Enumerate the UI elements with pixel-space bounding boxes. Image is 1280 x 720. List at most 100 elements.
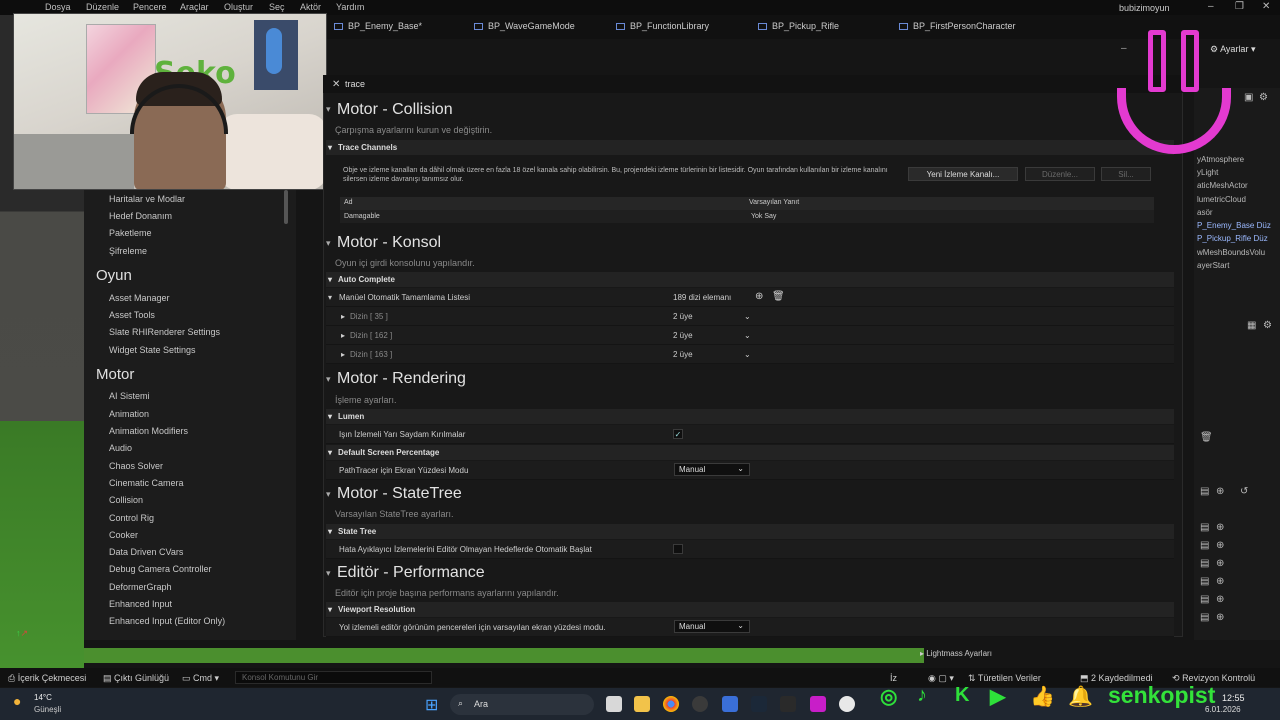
tab-bp-firstpersoncharacter[interactable]: BP_FirstPersonCharacter	[899, 21, 1016, 31]
nav-item[interactable]: Control Rig	[109, 513, 154, 523]
tab-bp-wavegamemode[interactable]: BP_WaveGameMode	[474, 21, 575, 31]
add-circle-icon[interactable]: ⊕	[1216, 594, 1224, 605]
nav-item[interactable]: AI Sistemi	[109, 391, 150, 401]
nav-item[interactable]: DeformerGraph	[109, 582, 172, 592]
nav-item[interactable]: Enhanced Input (Editor Only)	[109, 616, 225, 626]
outliner-item[interactable]: asör	[1197, 208, 1213, 217]
nav-item[interactable]: Collision	[109, 495, 143, 505]
edit-trace-channel-button[interactable]: Düzenle...	[1025, 167, 1095, 181]
lightmass-settings-group[interactable]: ▸ Lightmass Ayarları	[920, 649, 992, 658]
outliner-item[interactable]: wMeshBoundsVolu	[1197, 248, 1265, 257]
menu-build[interactable]: Oluştur	[224, 2, 253, 12]
console-input[interactable]: Konsol Komutunu Gir	[235, 671, 432, 684]
menu-file[interactable]: Dosya	[45, 2, 71, 12]
trash-icon[interactable]: 🗑	[1200, 432, 1213, 443]
close-icon[interactable]: ✕	[1262, 1, 1270, 12]
manual-autocomplete-list-row[interactable]: ▾ Manüel Otomatik Tamamlama Listesi 189 …	[326, 288, 1174, 307]
group-viewport-resolution[interactable]: ▾ Viewport Resolution	[326, 602, 1174, 617]
group-trace-channels[interactable]: ▾ Trace Channels	[326, 140, 1174, 155]
nav-scrollbar[interactable]	[284, 190, 288, 224]
chevron-down-icon[interactable]: ⌄	[744, 350, 751, 359]
collapse-arrow-icon[interactable]: ▾	[326, 238, 331, 249]
nav-item[interactable]: Asset Manager	[109, 293, 170, 303]
steam-icon[interactable]	[751, 696, 767, 712]
array-entry-row[interactable]: ▸ Dizin [ 162 ] 2 üye ⌄	[326, 326, 1174, 345]
group-default-screen-percentage[interactable]: ▾ Default Screen Percentage	[326, 445, 1174, 460]
outliner-item[interactable]: P_Enemy_Base Düz	[1197, 221, 1271, 230]
delete-trace-channel-button[interactable]: Sil...	[1101, 167, 1151, 181]
panel-minimize-icon[interactable]: –	[1121, 43, 1127, 54]
outliner-item[interactable]: P_Pickup_Rifle Düz	[1197, 234, 1268, 243]
output-log-button[interactable]: ▤ Çıktı Günlüğü	[103, 673, 169, 684]
tab-bp-pickup-rifle[interactable]: BP_Pickup_Rifle	[758, 21, 839, 31]
nav-item[interactable]: Asset Tools	[109, 310, 155, 320]
outliner-item[interactable]: aticMeshActor	[1197, 181, 1248, 190]
array-entry-row[interactable]: ▸ Dizin [ 35 ] 2 üye ⌄	[326, 307, 1174, 326]
task-view-icon[interactable]	[606, 696, 622, 712]
restore-icon[interactable]: ❐	[1235, 1, 1244, 12]
clock-time[interactable]: 12:55	[1222, 693, 1245, 703]
nav-item[interactable]: Cooker	[109, 530, 138, 540]
search-input[interactable]: trace	[345, 79, 365, 89]
nav-item[interactable]: Debug Camera Controller	[109, 564, 212, 574]
add-circle-icon[interactable]: ⊕	[1216, 576, 1224, 587]
add-element-icon[interactable]: ⊕	[755, 291, 763, 302]
collapse-arrow-icon[interactable]: ▾	[326, 489, 331, 500]
menu-edit[interactable]: Düzenle	[86, 2, 119, 12]
reset-arrow-icon[interactable]: ↺	[1240, 486, 1248, 497]
browse-icon[interactable]: ▤	[1200, 486, 1209, 497]
app-icon[interactable]	[692, 696, 708, 712]
add-circle-icon[interactable]: ⊕	[1216, 558, 1224, 569]
nav-item[interactable]: Şifreleme	[109, 246, 147, 256]
file-explorer-icon[interactable]	[634, 696, 650, 712]
gear-icon[interactable]: ⚙	[1263, 320, 1272, 331]
nav-item[interactable]: Chaos Solver	[109, 461, 163, 471]
nav-item[interactable]: Haritalar ve Modlar	[109, 194, 185, 204]
nav-item[interactable]: Data Driven CVars	[109, 547, 183, 557]
browse-icon[interactable]: ▤	[1200, 594, 1209, 605]
new-trace-channel-button[interactable]: Yeni İzleme Kanalı...	[908, 167, 1018, 181]
trace-table-row[interactable]: Damagable Yok Say	[340, 210, 1154, 223]
weather-temp[interactable]: 14°C	[34, 693, 52, 702]
menu-help[interactable]: Yardım	[336, 2, 364, 12]
add-circle-icon[interactable]: ⊕	[1216, 540, 1224, 551]
minimize-icon[interactable]: –	[1208, 1, 1214, 12]
pathtracer-mode-dropdown[interactable]: Manual ⌄	[674, 463, 750, 476]
collapse-arrow-icon[interactable]: ▾	[326, 374, 331, 385]
tab-bp-enemy-base[interactable]: BP_Enemy_Base*	[334, 21, 422, 31]
add-circle-icon[interactable]: ⊕	[1216, 612, 1224, 623]
viewport-mode-dropdown[interactable]: Manual ⌄	[674, 620, 750, 633]
nav-item[interactable]: Hedef Donanım	[109, 211, 172, 221]
lumen-refraction-checkbox[interactable]: ✓	[673, 429, 683, 439]
chevron-down-icon[interactable]: ⌄	[744, 312, 751, 321]
collapse-arrow-icon[interactable]: ▾	[326, 104, 331, 115]
unreal-engine-icon[interactable]	[839, 696, 855, 712]
nav-item[interactable]: Cinematic Camera	[109, 478, 184, 488]
nav-item[interactable]: Paketleme	[109, 228, 152, 238]
store-icon[interactable]	[722, 696, 738, 712]
folder-icon[interactable]: ▣	[1244, 92, 1253, 103]
derived-data-button[interactable]: ⇅ Türetilen Veriler	[968, 673, 1041, 684]
menu-window[interactable]: Pencere	[133, 2, 167, 12]
chrome-icon[interactable]	[663, 696, 679, 712]
add-circle-icon[interactable]: ⊕	[1216, 486, 1224, 497]
trash-icon[interactable]: 🗑	[772, 291, 785, 302]
chevron-down-icon[interactable]: ⌄	[744, 331, 751, 340]
windows-start-icon[interactable]: ⊞	[425, 695, 438, 715]
group-lumen[interactable]: ▾ Lumen	[326, 409, 1174, 424]
tab-bp-functionlibrary[interactable]: BP_FunctionLibrary	[616, 21, 709, 31]
clear-search-icon[interactable]: ✕	[332, 79, 340, 90]
outliner-item[interactable]: ayerStart	[1197, 261, 1229, 270]
weather-icon[interactable]: ●	[13, 693, 21, 709]
nav-item[interactable]: Enhanced Input	[109, 599, 172, 609]
nav-item[interactable]: Slate RHIRenderer Settings	[109, 327, 220, 337]
nav-item[interactable]: Audio	[109, 443, 132, 453]
group-state-tree[interactable]: ▾ State Tree	[326, 524, 1174, 539]
collapse-arrow-icon[interactable]: ▾	[326, 568, 331, 579]
outliner-item[interactable]: yLight	[1197, 168, 1218, 177]
content-drawer-button[interactable]: ⎙ İçerik Çekmecesi	[8, 673, 86, 684]
settings-button[interactable]: ⚙ Ayarlar ▾	[1210, 44, 1255, 55]
statetree-debugger-checkbox[interactable]	[673, 544, 683, 554]
nav-item[interactable]: Widget State Settings	[109, 345, 196, 355]
gear-icon[interactable]: ⚙	[1259, 92, 1268, 103]
